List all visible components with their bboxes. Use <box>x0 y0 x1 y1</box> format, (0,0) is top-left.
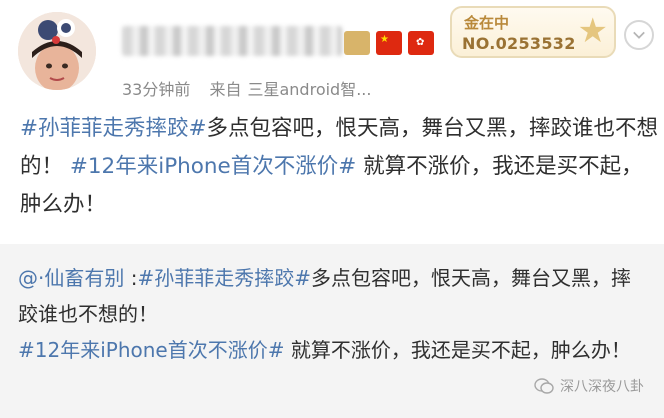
repost-hashtag-link[interactable]: @·仙畜有别 <box>18 266 124 290</box>
chevron-down-icon[interactable] <box>624 20 654 50</box>
repost-body: @·仙畜有别 :#孙菲菲走秀摔跤#多点包容吧，恨天高，舞台又黑，摔跤谁也不想的！… <box>18 260 650 368</box>
post-timestamp: 33分钟前 <box>122 80 191 99</box>
vip-fan-card[interactable]: 金在中 NO.0253532 ★ <box>450 6 616 58</box>
username-redacted[interactable] <box>122 26 342 56</box>
source-prefix: 来自 <box>209 80 242 99</box>
repost-hashtag-link[interactable]: #12年来iPhone首次不涨价# <box>18 338 284 362</box>
member-badge-icon[interactable] <box>344 31 370 55</box>
repost-text: 就算不涨价，我还是买不起，肿么办！ <box>284 338 631 362</box>
post-hashtag-link[interactable]: #12年来iPhone首次不涨价# <box>70 154 356 179</box>
post-body: #孙菲菲走秀摔跤#多点包容吧，恨天高，舞台又黑，摔跤谁也不想的！ #12年来iP… <box>20 110 660 224</box>
repost-hashtag-link[interactable]: #孙菲菲走秀摔跤# <box>137 266 311 290</box>
post-hashtag-link[interactable]: #孙菲菲走秀摔跤# <box>20 116 207 141</box>
china-flag-icon: ★ <box>376 31 402 55</box>
vip-title: 金在中 <box>464 14 510 32</box>
vip-number: NO.0253532 <box>462 34 576 53</box>
post-meta: 33分钟前 来自 三星android智... <box>122 76 385 100</box>
star-icon: ★ <box>577 11 608 51</box>
wechat-icon <box>534 378 554 394</box>
watermark: 深八深夜八卦 <box>534 376 644 396</box>
repost-text: : <box>124 266 138 290</box>
hongkong-flag-icon: ✿ <box>408 31 434 55</box>
repost-box[interactable]: @·仙畜有别 :#孙菲菲走秀摔跤#多点包容吧，恨天高，舞台又黑，摔跤谁也不想的！… <box>0 244 664 418</box>
user-badges: ★ ✿ <box>344 30 434 56</box>
avatar-photo <box>18 12 96 90</box>
watermark-text: 深八深夜八卦 <box>560 379 644 395</box>
source-device[interactable]: 三星android智... <box>247 80 371 99</box>
user-avatar[interactable] <box>18 12 96 90</box>
